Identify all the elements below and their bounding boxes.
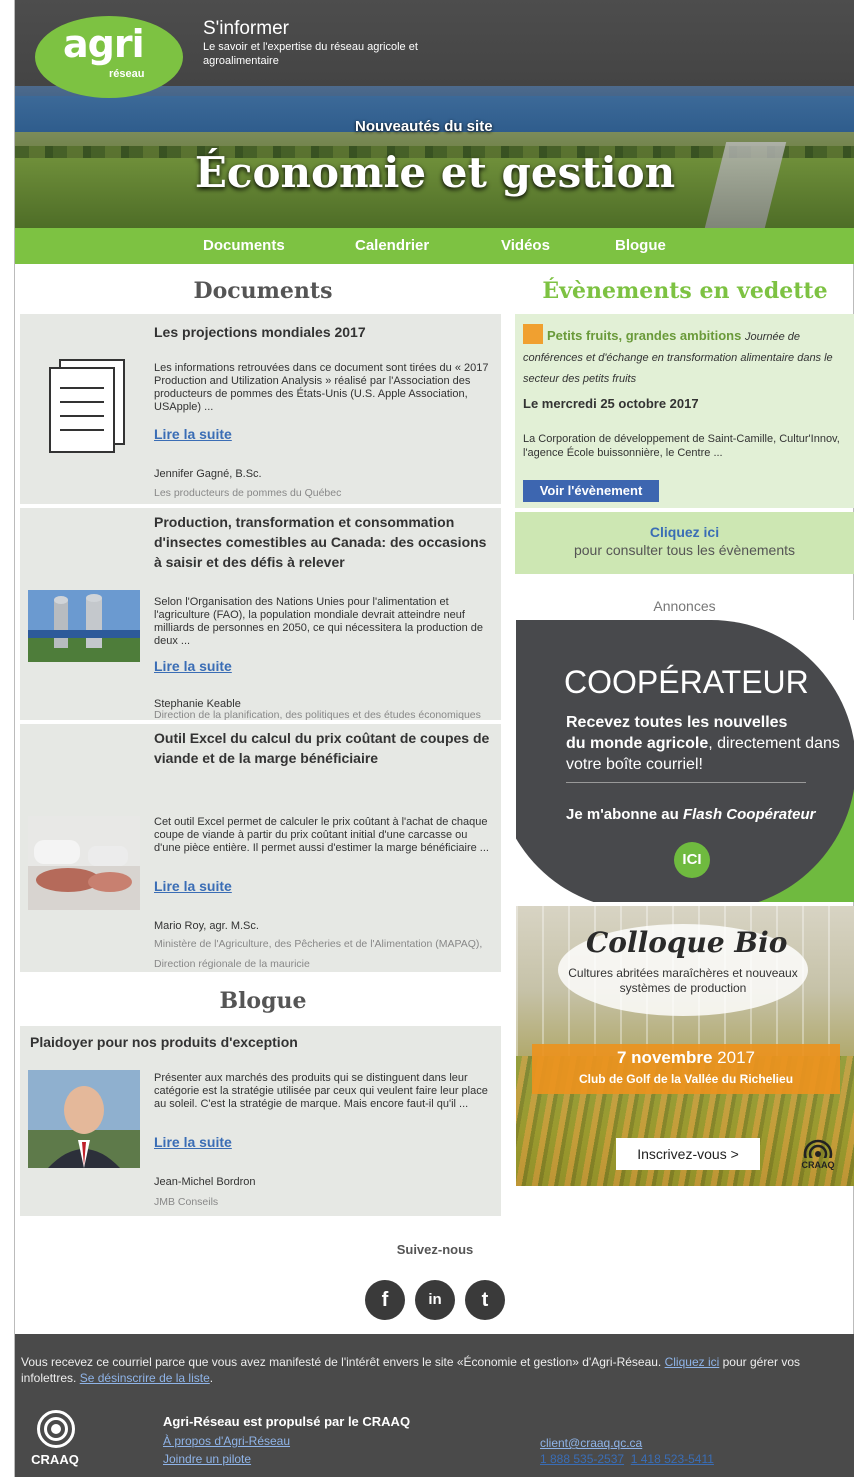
document-organization: Direction de la planification, des polit…: [154, 709, 481, 721]
document-author: Mario Roy, agr. M.Sc.: [154, 920, 259, 932]
blog-read-more[interactable]: Lire la suite: [154, 1134, 232, 1150]
document-organization: Ministère de l'Agriculture, des Pêcherie…: [154, 938, 483, 970]
header-subtitle: Le savoir et l'expertise du réseau agric…: [203, 41, 418, 67]
colloque-date-band: 7 novembre 2017 Club de Golf de la Vallé…: [532, 1044, 840, 1094]
ici-badge[interactable]: ICI: [674, 842, 710, 878]
event-title[interactable]: Petits fruits, grandes ambitions: [547, 328, 741, 343]
all-events-text: pour consulter tous les évènements: [573, 542, 795, 558]
document-organization: Les producteurs de pommes du Québec: [154, 487, 342, 499]
craaq-ring-dot: [51, 1424, 61, 1434]
header: agri réseau S'informer Le savoir et l'ex…: [15, 0, 854, 228]
read-more-link[interactable]: Lire la suite: [154, 878, 232, 894]
footer: Vous recevez ce courriel parce que vous …: [15, 1334, 854, 1477]
blog-heading: Blogue: [219, 988, 307, 1014]
silos-thumbnail[interactable]: [28, 590, 140, 662]
featured-event: Petits fruits, grandes ambitions Journée…: [515, 314, 854, 508]
document-card: Outil Excel du calcul du prix coûtant de…: [20, 724, 501, 974]
blog-title[interactable]: Plaidoyer pour nos produits d'exception: [30, 1034, 298, 1050]
newsletter-frame: agri réseau S'informer Le savoir et l'ex…: [14, 0, 854, 1477]
documents-heading: Documents: [193, 278, 333, 304]
craaq-logo-text: CRAAQ: [31, 1452, 79, 1467]
all-events-link[interactable]: Cliquez ici: [515, 524, 854, 540]
nav-documents[interactable]: Documents: [203, 237, 285, 254]
footer-brand-text: Agri-Réseau est propulsé par le CRAAQ: [163, 1414, 411, 1429]
ad-divider: [566, 782, 806, 783]
unsubscribe-link[interactable]: Se désinscrire de la liste: [80, 1371, 210, 1385]
document-excerpt: Cet outil Excel permet de calculer le pr…: [154, 816, 489, 854]
blog-author: Jean-Michel Bordron: [154, 1176, 256, 1188]
facebook-icon[interactable]: f: [365, 1280, 405, 1320]
footer-notice-text-3: .: [209, 1371, 214, 1385]
header-title: S'informer: [203, 18, 289, 39]
blog-organization: JMB Conseils: [154, 1196, 219, 1208]
cooperateur-bold: du monde agricole: [566, 735, 709, 752]
event-description: La Corporation de développement de Saint…: [523, 433, 840, 459]
colloque-date-year: 2017: [712, 1048, 755, 1067]
colloque-date: 7 novembre 2017: [532, 1048, 840, 1068]
event-bullet-icon: [523, 324, 543, 344]
nav-videos[interactable]: Vidéos: [501, 237, 550, 254]
footer-notice-text: Vous recevez ce courriel parce que vous …: [21, 1355, 665, 1369]
banner-kicker: Nouveautés du site: [355, 118, 493, 135]
banner-title: Économie et gestion: [194, 148, 676, 197]
twitter-icon[interactable]: t: [465, 1280, 505, 1320]
document-card: Les projections mondiales 2017 Les infor…: [20, 314, 501, 506]
all-events-box: Cliquez ici pour consulter tous les évèn…: [515, 512, 854, 574]
phone-link-2[interactable]: 1 418 523-5411: [631, 1452, 714, 1466]
cooperateur-logo: COOPÉRATEUR: [564, 664, 809, 700]
craaq-logo[interactable]: CRAAQ: [23, 1406, 87, 1468]
event-date: Le mercredi 25 octobre 2017: [523, 396, 699, 411]
document-icon: [49, 359, 125, 453]
register-button[interactable]: Inscrivez-vous >: [616, 1138, 760, 1170]
join-pilot-link[interactable]: Joindre un pilote: [163, 1452, 251, 1466]
cooperateur-message: Recevez toutes les nouvelles du monde ag…: [566, 712, 846, 775]
event-title-block: Petits fruits, grandes ambitions Journée…: [523, 324, 849, 389]
blog-excerpt: Présenter aux marchés des produits qui s…: [154, 1072, 488, 1110]
logo-sub-text: réseau: [109, 68, 145, 80]
ads-heading: Annonces: [653, 598, 716, 614]
cooperateur-cta-prefix: Je m'abonne au: [566, 806, 683, 823]
craaq-ad-logo: CRAAQ: [798, 1134, 838, 1178]
email-link[interactable]: client@craaq.qc.ca: [540, 1436, 642, 1450]
follow-heading: Suivez-nous: [396, 1242, 474, 1257]
colloque-bio-ad[interactable]: Colloque Bio Cultures abritées maraîchèr…: [516, 906, 854, 1186]
craaq-ad-text: CRAAQ: [801, 1160, 835, 1170]
colloque-subtitle: Cultures abritées maraîchères et nouveau…: [568, 966, 798, 995]
document-card: Production, transformation et consommati…: [20, 508, 501, 722]
colloque-place: Club de Golf de la Vallée du Richelieu: [578, 1072, 794, 1086]
document-excerpt: Les informations retrouvées dans ce docu…: [154, 362, 489, 413]
colloque-title: Colloque Bio: [586, 926, 788, 959]
footer-notice: Vous recevez ce courriel parce que vous …: [21, 1354, 849, 1386]
meat-cutting-thumbnail[interactable]: [28, 816, 140, 910]
linkedin-icon[interactable]: in: [415, 1280, 455, 1320]
colloque-date-bold: 7 novembre: [617, 1048, 713, 1067]
cooperateur-cta-italic: Flash Coopérateur: [682, 806, 816, 823]
document-title[interactable]: Les projections mondiales 2017: [154, 322, 494, 342]
document-author: Jennifer Gagné, B.Sc.: [154, 468, 262, 480]
logo-main-text: agri: [63, 22, 145, 66]
nav-calendrier[interactable]: Calendrier: [355, 237, 429, 254]
author-photo[interactable]: [28, 1070, 140, 1168]
document-title[interactable]: Production, transformation et consommati…: [154, 512, 494, 572]
phone-link-1[interactable]: 1 888 535-2537: [540, 1452, 624, 1466]
manage-newsletters-link[interactable]: Cliquez ici: [665, 1355, 720, 1369]
read-more-link[interactable]: Lire la suite: [154, 658, 232, 674]
events-heading: Évènements en vedette: [542, 278, 828, 304]
view-event-button[interactable]: Voir l'évènement: [523, 480, 659, 502]
document-excerpt: Selon l'Organisation des Nations Unies p…: [154, 596, 483, 647]
nav-blogue[interactable]: Blogue: [615, 237, 666, 254]
cooperateur-ad[interactable]: COOPÉRATEUR Recevez toutes les nouvelles…: [516, 620, 854, 902]
cooperateur-cta: Je m'abonne au Flash Coopérateur: [566, 806, 854, 823]
blog-card: Plaidoyer pour nos produits d'exception …: [20, 1026, 501, 1216]
main-nav: Documents Calendrier Vidéos Blogue: [15, 228, 854, 264]
footer-phones: 1 888 535-2537 1 418 523-5411: [540, 1452, 714, 1466]
read-more-link[interactable]: Lire la suite: [154, 426, 232, 442]
agri-reseau-logo[interactable]: agri réseau: [35, 16, 183, 98]
craaq-rings-icon: [803, 1139, 833, 1169]
document-title[interactable]: Outil Excel du calcul du prix coûtant de…: [154, 728, 494, 768]
about-link[interactable]: À propos d'Agri-Réseau: [163, 1434, 290, 1448]
cooperateur-line1: Recevez toutes les nouvelles: [566, 714, 788, 731]
